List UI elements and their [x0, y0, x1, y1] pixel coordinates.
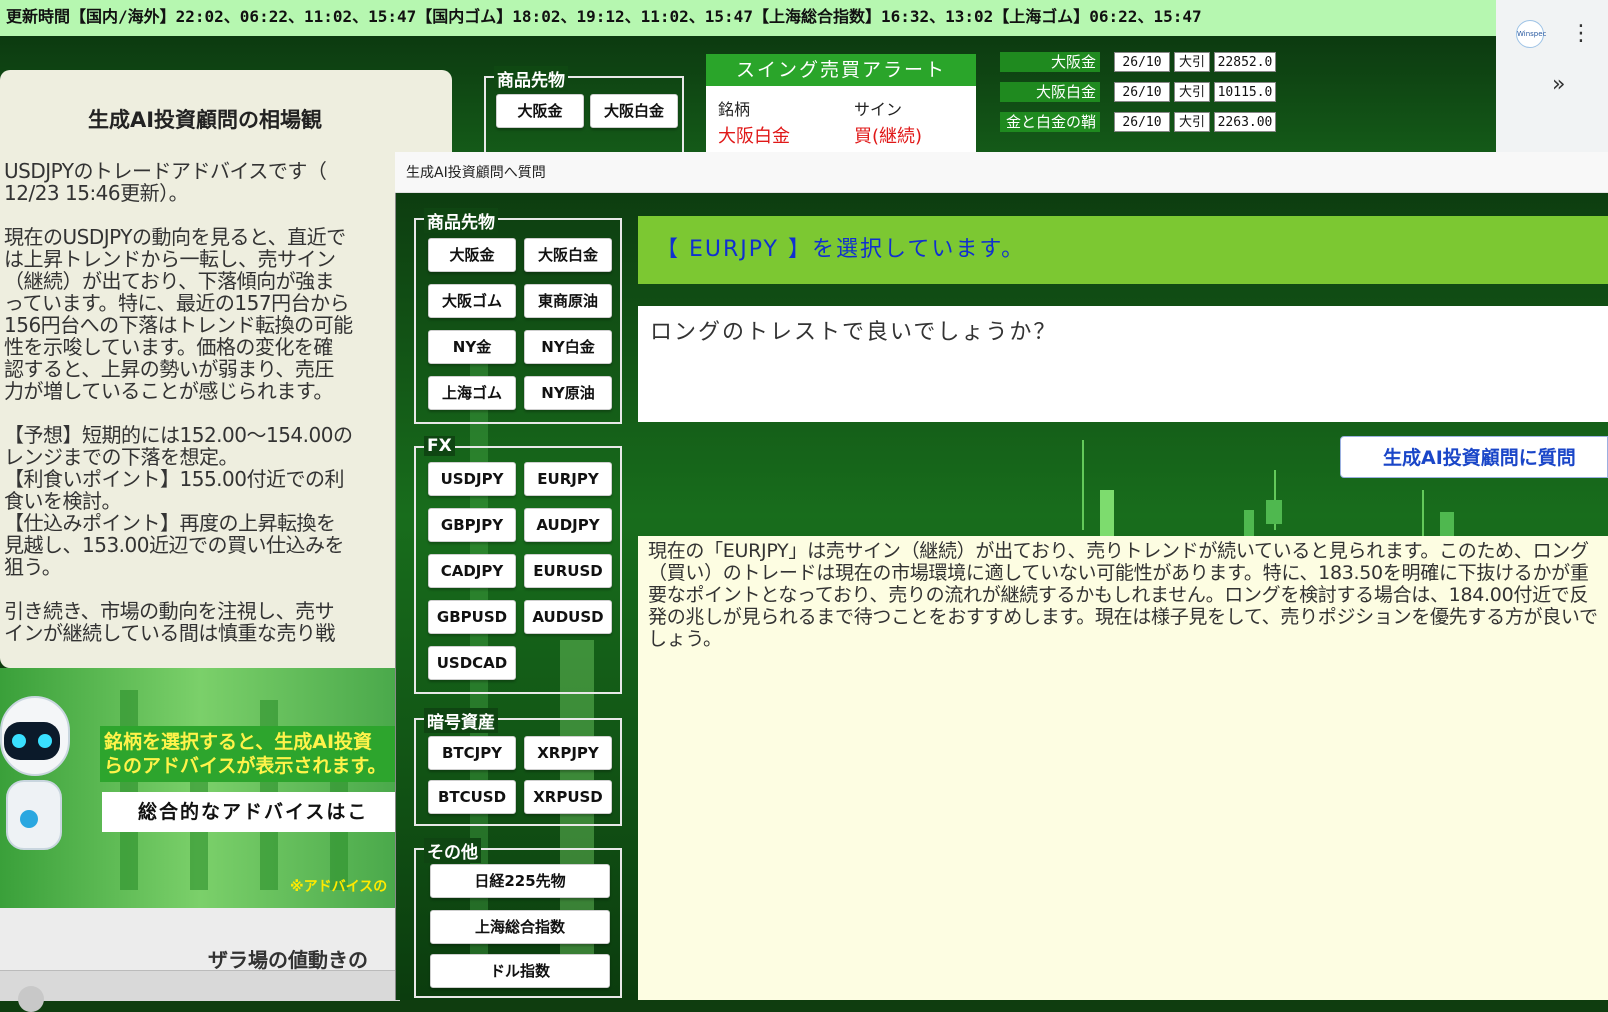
bg-candle-wick [1422, 490, 1424, 536]
robot-core [20, 810, 38, 828]
alert-col-signal: サイン [854, 100, 903, 119]
symbol-button-dollar-index[interactable]: ドル指数 [430, 954, 610, 988]
symbol-button-eurjpy[interactable]: EURJPY [524, 462, 612, 496]
market-view-text: USDJPYのトレードアドバイスです（ 12/23 15:46更新）。 現在のU… [4, 159, 353, 645]
symbol-button-shanghai-index[interactable]: 上海総合指数 [430, 910, 610, 944]
symbol-button-btcusd[interactable]: BTCUSD [428, 780, 516, 814]
update-time-ticker: 更新時間【国内/海外】22:02、06:22、11:02、15:47【国内ゴム】… [0, 0, 1496, 36]
symbol-button-audusd[interactable]: AUDUSD [524, 600, 612, 634]
menu-kebab-icon[interactable]: ⋮ [1570, 20, 1592, 48]
symbol-button-eurusd[interactable]: EURUSD [524, 554, 612, 588]
market-view-title: 生成AI投資顧問の相場観 [87, 108, 323, 132]
alert-col-symbol: 銘柄 [718, 100, 751, 119]
group-commodity-legend: 商品先物 [424, 208, 498, 233]
price-month: 26/10 [1114, 112, 1170, 132]
group-crypto-legend: 暗号資産 [424, 708, 498, 733]
robot-eye [38, 734, 52, 748]
extension-icon[interactable]: Winspec [1516, 20, 1546, 48]
symbol-button-gbpjpy[interactable]: GBPJPY [428, 508, 516, 542]
bg-candle [1440, 512, 1454, 536]
symbol-button-ny-gold[interactable]: NY金 [428, 330, 516, 364]
symbol-button-cadjpy[interactable]: CADJPY [428, 554, 516, 588]
overflow-chevron-icon[interactable]: » [1552, 72, 1565, 97]
symbol-button-osaka-gold[interactable]: 大阪金 [428, 238, 516, 272]
dialog-title: 生成AI投資顧問へ質問 [406, 165, 546, 181]
swing-alert-title: スイング売買アラート [706, 54, 976, 86]
symbol-button-ny-platinum[interactable]: NY白金 [524, 330, 612, 364]
symbol-button-btcjpy[interactable]: BTCJPY [428, 736, 516, 770]
ai-answer-text: 現在の「EURJPY」は売サイン（継続）が出ており、売りトレンドが続いていると見… [638, 536, 1608, 1000]
alert-row-signal: 買(継続) [854, 126, 923, 147]
price-label: 大阪金 [1000, 52, 1100, 72]
symbol-button-gbpusd[interactable]: GBPUSD [428, 600, 516, 634]
symbol-button-shanghai-rubber[interactable]: 上海ゴム [428, 376, 516, 410]
promo-message: 銘柄を選択すると、生成AI投資 らのアドバイスが表示されます。 [100, 726, 400, 782]
advice-note: ※アドバイスの [290, 879, 388, 895]
dialog-titlebar[interactable] [395, 152, 1608, 193]
price-value: 2263.00 [1214, 112, 1276, 132]
bg-candle [1100, 490, 1114, 536]
symbol-button-nikkei225[interactable]: 日経225先物 [430, 864, 610, 898]
symbol-button-ny-oil[interactable]: NY原油 [524, 376, 612, 410]
bg-candle [1266, 500, 1282, 524]
symbol-button-xrpjpy[interactable]: XRPJPY [524, 736, 612, 770]
ask-ai-button[interactable]: 生成AI投資顧問に質問 [1340, 436, 1608, 478]
robot-eye [12, 734, 26, 748]
bottom-circle-icon[interactable] [18, 986, 44, 1012]
question-input[interactable]: ロングのトレストで良いでしょうか？ [638, 306, 1608, 422]
group-other-legend: その他 [424, 838, 481, 863]
symbol-button-osaka-platinum[interactable]: 大阪白金 [524, 238, 612, 272]
general-advice-button[interactable]: 総合的なアドバイスはこ [102, 792, 402, 832]
bg-button-osaka-platinum[interactable]: 大阪白金 [590, 94, 678, 128]
symbol-button-audjpy[interactable]: AUDJPY [524, 508, 612, 542]
bg-candle [1244, 510, 1254, 536]
bg-button-osaka-gold[interactable]: 大阪金 [496, 94, 584, 128]
promo-chart-bar [120, 690, 138, 890]
bg-commodity-legend: 商品先物 [494, 66, 568, 91]
price-session: 大引 [1174, 52, 1210, 72]
price-month: 26/10 [1114, 82, 1170, 102]
price-session: 大引 [1174, 112, 1210, 132]
symbol-button-tocom-oil[interactable]: 東商原油 [524, 284, 612, 318]
group-fx-legend: FX [424, 436, 455, 456]
price-session: 大引 [1174, 82, 1210, 102]
price-value: 10115.0 [1214, 82, 1276, 102]
price-label: 大阪白金 [1000, 82, 1100, 102]
selected-symbol-banner: 【 EURJPY 】を選択しています。 [638, 216, 1608, 284]
price-label: 金と白金の鞘 [1000, 112, 1100, 132]
symbol-button-osaka-rubber[interactable]: 大阪ゴム [428, 284, 516, 318]
symbol-button-xrpusd[interactable]: XRPUSD [524, 780, 612, 814]
alert-row-symbol[interactable]: 大阪白金 [718, 122, 790, 148]
price-month: 26/10 [1114, 52, 1170, 72]
intraday-move-title: ザラ場の値動きの [208, 948, 368, 972]
symbol-button-usdcad[interactable]: USDCAD [428, 646, 516, 680]
price-value: 22852.0 [1214, 52, 1276, 72]
bottom-bar [0, 970, 400, 1001]
symbol-button-usdjpy[interactable]: USDJPY [428, 462, 516, 496]
bg-candle-wick [1082, 440, 1084, 530]
